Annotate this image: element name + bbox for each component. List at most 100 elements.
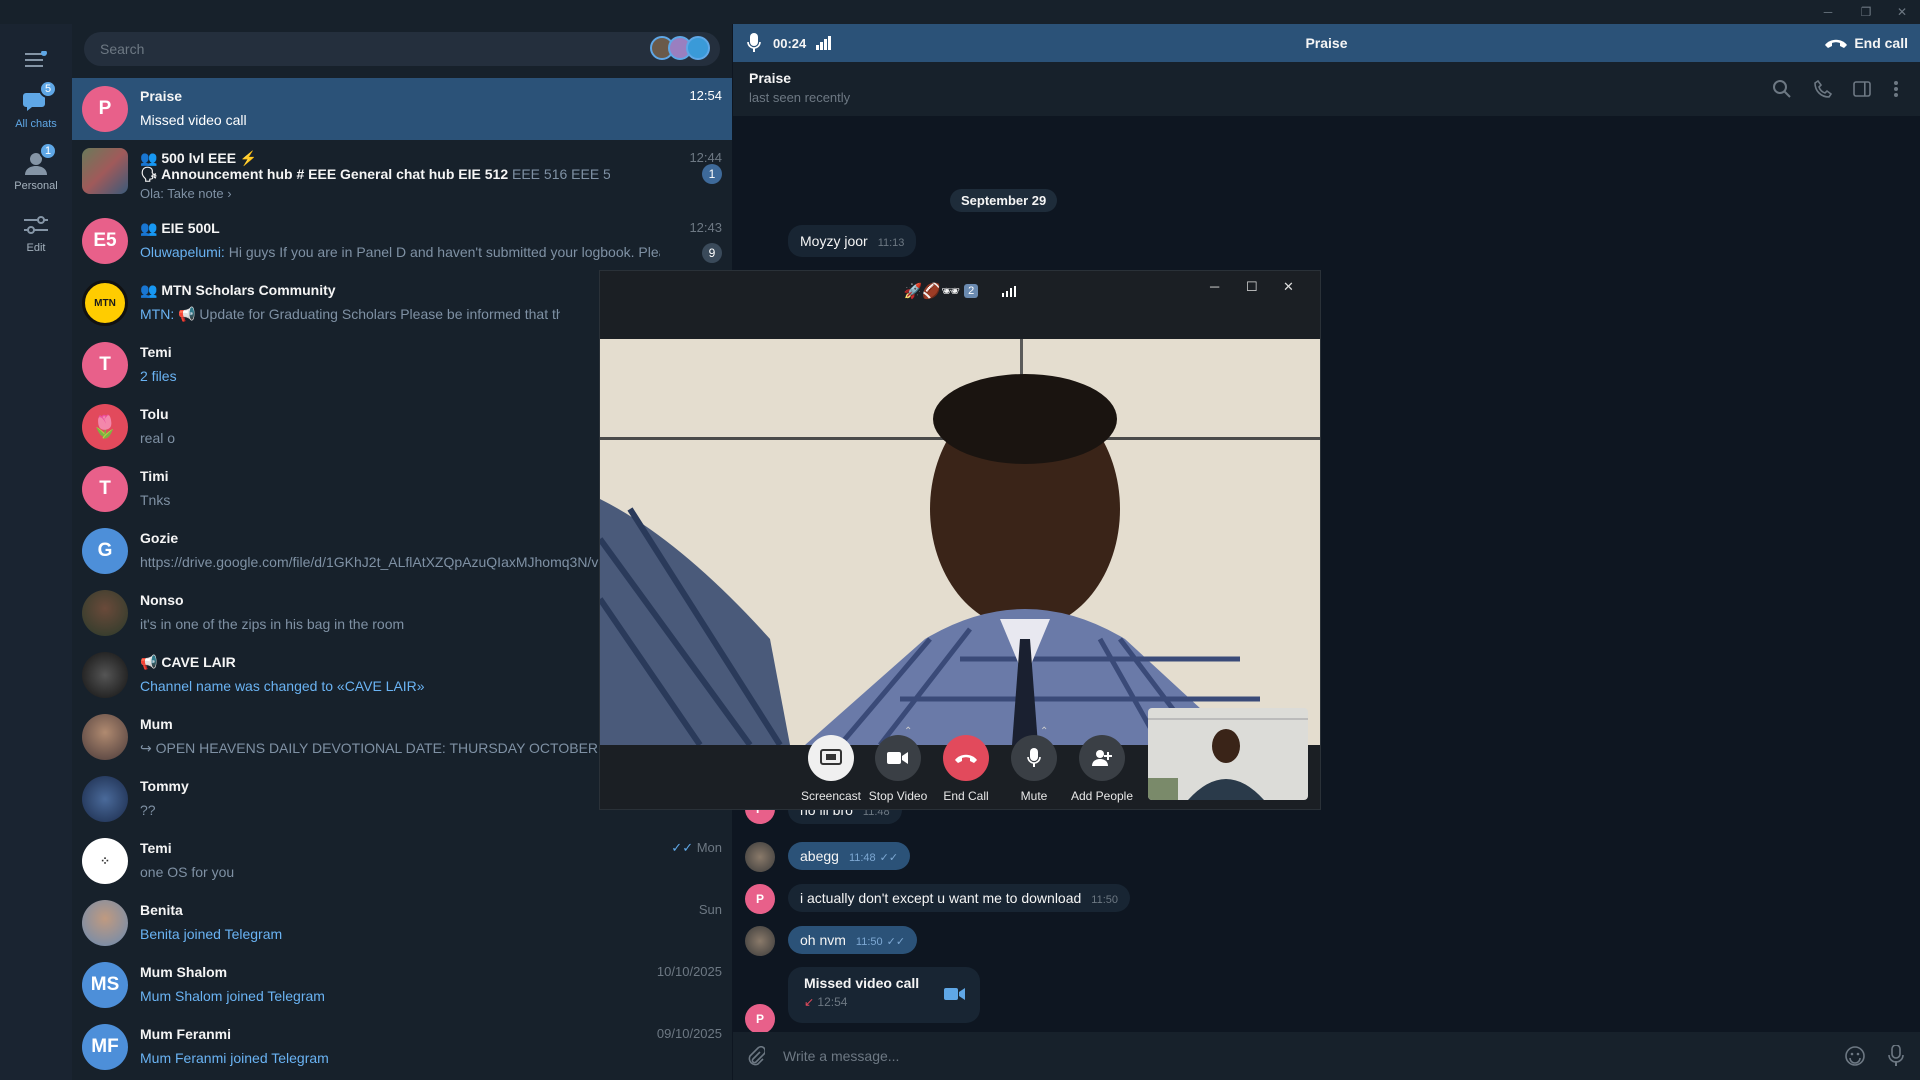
end-call-control[interactable]: End Call bbox=[931, 735, 1001, 803]
avatar: ⁘ bbox=[82, 838, 128, 884]
close-button[interactable]: ✕ bbox=[1884, 0, 1920, 24]
unread-badge: 9 bbox=[702, 243, 722, 263]
control-label: Mute bbox=[1020, 789, 1048, 803]
mute-control[interactable]: Mute bbox=[999, 735, 1069, 803]
chat-name: Timi bbox=[140, 468, 169, 484]
stories-strip[interactable] bbox=[650, 36, 710, 60]
chat-header[interactable]: Praise last seen recently bbox=[733, 62, 1920, 116]
stop-video-control[interactable]: Stop Video bbox=[863, 735, 933, 803]
chat-preview: one OS for you bbox=[140, 864, 235, 880]
self-video-preview[interactable] bbox=[1148, 708, 1308, 800]
missed-arrow-icon: ↙ bbox=[804, 995, 818, 1009]
call-maximize-button[interactable]: ☐ bbox=[1246, 279, 1258, 295]
chat-preview: Missed video call bbox=[140, 112, 247, 128]
signal-icon bbox=[1002, 285, 1017, 297]
chat-name: Temi bbox=[140, 344, 172, 360]
video-camera-icon[interactable] bbox=[875, 735, 921, 781]
message-bubble-outgoing[interactable]: oh nvm 11:50 ✓✓ bbox=[788, 926, 918, 954]
video-call-icon[interactable] bbox=[944, 987, 966, 1001]
microphone-icon[interactable] bbox=[1888, 1045, 1904, 1067]
search-icon[interactable] bbox=[1773, 80, 1791, 98]
folder-label: Edit bbox=[26, 242, 46, 254]
chat-name: Nonso bbox=[140, 592, 184, 608]
remote-video bbox=[600, 339, 1320, 745]
avatar bbox=[82, 590, 128, 636]
folder-label: Personal bbox=[14, 180, 58, 192]
screencast-icon[interactable] bbox=[808, 735, 854, 781]
missed-call-bubble[interactable]: Missed video call ↙ 12:54 bbox=[788, 967, 980, 1023]
read-check-icon: ✓✓ bbox=[879, 852, 899, 864]
sender-avatar: P bbox=[745, 1004, 775, 1034]
call-minimize-button[interactable]: ─ bbox=[1210, 279, 1219, 294]
search-placeholder: Search bbox=[100, 41, 145, 57]
minimize-button[interactable]: ─ bbox=[1810, 0, 1846, 24]
message-bubble[interactable]: Moyzy joor 11:13 bbox=[788, 225, 917, 257]
screencast-control[interactable]: Screencast bbox=[796, 735, 866, 803]
menu-button[interactable] bbox=[0, 40, 72, 80]
read-check-icon: ✓✓ bbox=[671, 840, 697, 855]
group-icon: 👥 bbox=[140, 150, 162, 166]
chat-name: Benita bbox=[140, 902, 183, 918]
chat-name: 👥 500 lvl EEE ⚡ bbox=[140, 150, 258, 166]
chat-item-praise[interactable]: P Praise Missed video call 12:54 bbox=[72, 78, 732, 140]
avatar: T bbox=[82, 342, 128, 388]
chat-preview: ↪ OPEN HEAVENS DAILY DEVOTIONAL DATE: TH… bbox=[140, 740, 600, 756]
date-separator: September 29 bbox=[950, 189, 1058, 212]
microphone-icon[interactable] bbox=[1011, 735, 1057, 781]
chat-item-mum-shalom[interactable]: MS Mum Shalom Mum Shalom joined Telegram… bbox=[72, 954, 732, 1016]
phone-icon[interactable] bbox=[1814, 80, 1832, 98]
chat-time: 09/10/2025 bbox=[656, 1026, 722, 1041]
group-icon: 👥 bbox=[140, 282, 162, 298]
peer-name[interactable]: Praise bbox=[749, 70, 791, 86]
attach-icon[interactable] bbox=[747, 1046, 765, 1066]
call-window-titlebar[interactable]: 🚀🏈🕶 2 ─ ☐ ✕ bbox=[600, 271, 1320, 311]
avatar bbox=[82, 776, 128, 822]
sidebar-toggle-icon[interactable] bbox=[1853, 81, 1871, 97]
chat-preview: https://drive.google.com/file/d/1GKhJ2t_… bbox=[140, 554, 600, 570]
chat-item-temi-2[interactable]: ⁘ Temi one OS for you ✓✓ Mon bbox=[72, 830, 732, 892]
folder-personal[interactable]: 1 Personal bbox=[0, 142, 72, 208]
chat-preview: 2 files bbox=[140, 368, 177, 384]
control-label: Add People bbox=[1070, 789, 1134, 803]
video-call-window[interactable]: 🚀🏈🕶 2 ─ ☐ ✕ Screencast Stop Video End Ca… bbox=[599, 270, 1321, 810]
call-peer-name: Praise bbox=[1305, 35, 1348, 51]
chat-name: 📢 CAVE LAIR bbox=[140, 654, 236, 670]
hangup-icon[interactable] bbox=[943, 735, 989, 781]
unread-badge: 1 bbox=[702, 164, 722, 184]
audio-options-chevron-icon[interactable]: ⌃ bbox=[1040, 726, 1048, 737]
more-vertical-icon[interactable] bbox=[1893, 80, 1899, 98]
chat-item-eie-500l[interactable]: E5 👥 EIE 500L Oluwapelumi: Hi guys If yo… bbox=[72, 210, 732, 272]
chat-item-mum-feranmi[interactable]: MF Mum Feranmi Mum Feranmi joined Telegr… bbox=[72, 1016, 732, 1078]
folder-label: All chats bbox=[15, 118, 57, 130]
microphone-icon[interactable] bbox=[747, 33, 761, 53]
sender-avatar bbox=[745, 842, 775, 872]
end-call-link[interactable]: End call bbox=[1824, 35, 1908, 51]
folder-edit[interactable]: Edit bbox=[0, 208, 72, 270]
folder-all-chats[interactable]: 5 All chats bbox=[0, 80, 72, 146]
self-video-frame bbox=[1148, 708, 1308, 800]
add-people-control[interactable]: Add People bbox=[1067, 735, 1137, 803]
chat-preview: Mum Feranmi joined Telegram bbox=[140, 1050, 329, 1066]
add-person-icon[interactable] bbox=[1079, 735, 1125, 781]
avatar bbox=[82, 714, 128, 760]
chat-item-benita[interactable]: Benita Benita joined Telegram Sun bbox=[72, 892, 732, 954]
read-check-icon: ✓✓ bbox=[886, 936, 906, 948]
video-options-chevron-icon[interactable]: ⌃ bbox=[904, 726, 912, 737]
chat-preview: it's in one of the zips in his bag in th… bbox=[140, 616, 405, 632]
message-input[interactable]: Write a message... bbox=[783, 1048, 1844, 1064]
unread-badge: 5 bbox=[39, 80, 57, 98]
search-input[interactable]: Search bbox=[84, 32, 720, 66]
message-bubble-outgoing[interactable]: abegg 11:48 ✓✓ bbox=[788, 842, 911, 870]
person-icon: 1 bbox=[19, 142, 57, 180]
restore-button[interactable]: ❐ bbox=[1848, 0, 1884, 24]
avatar bbox=[82, 652, 128, 698]
message-bubble[interactable]: i actually don't except u want me to dow… bbox=[788, 884, 1131, 912]
chat-item-500-lvl-eee[interactable]: 👥 500 lvl EEE ⚡ 🗣 Announcement hub # EEE… bbox=[72, 140, 732, 210]
signal-icon bbox=[816, 36, 832, 50]
encryption-emojis: 🚀🏈🕶 bbox=[903, 283, 961, 300]
chat-name: Mum Feranmi bbox=[140, 1026, 232, 1042]
call-close-button[interactable]: ✕ bbox=[1283, 279, 1294, 295]
active-call-bar[interactable]: 00:24 Praise End call bbox=[733, 24, 1920, 62]
emoji-icon[interactable] bbox=[1844, 1045, 1866, 1067]
control-label: End Call bbox=[943, 789, 989, 803]
